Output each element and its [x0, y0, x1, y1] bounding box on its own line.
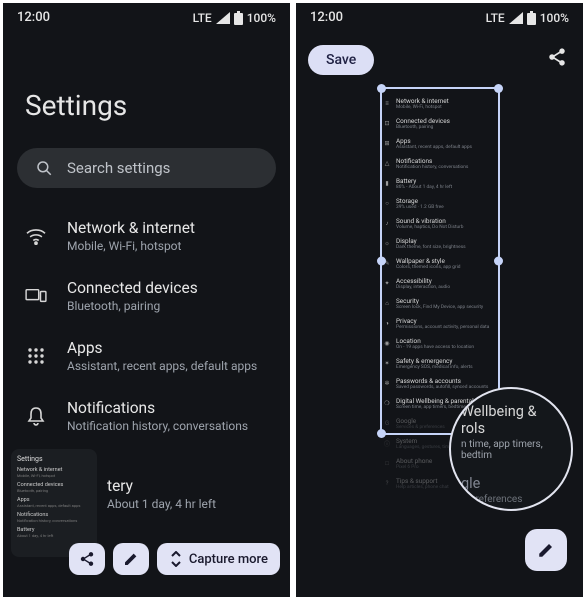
- thumb-row: Network & internetMobile, Wi-Fi, hotspot: [17, 467, 91, 478]
- item-title: tery: [107, 477, 133, 495]
- item-title: Apps: [67, 339, 257, 357]
- signal-icon: [216, 12, 230, 24]
- settings-list: Network & internet Mobile, Wi-Fi, hotspo…: [3, 206, 290, 446]
- crop-handle-left[interactable]: [377, 257, 386, 266]
- apps-icon: [25, 345, 47, 367]
- phone-left: 12:00 LTE 100% Settings Search settings …: [3, 3, 290, 597]
- status-battery-pct: 100%: [540, 11, 569, 25]
- item-title: Notifications: [67, 399, 248, 417]
- capture-more-button[interactable]: Capture more: [157, 543, 280, 575]
- share-icon: [547, 47, 567, 67]
- item-sub: About 1 day, 4 hr left: [107, 497, 216, 511]
- status-right: LTE 100%: [486, 11, 569, 25]
- edit-fab[interactable]: [525, 529, 567, 571]
- status-bar: 12:00 LTE 100%: [3, 3, 290, 29]
- thumb-title: Settings: [17, 455, 91, 463]
- settings-item-battery-partial[interactable]: tery About 1 day, 4 hr left: [107, 477, 216, 511]
- loupe-line1a: Wellbeing &: [461, 403, 563, 420]
- share-button-top[interactable]: [547, 47, 567, 71]
- wifi-icon: [25, 225, 47, 247]
- status-network-label: LTE: [193, 11, 212, 25]
- thumb-row: Connected devicesBluetooth, pairing: [17, 482, 91, 493]
- mini-icon: ⓘ: [384, 440, 390, 446]
- expand-vertical-icon: [169, 551, 183, 567]
- status-battery-pct: 100%: [247, 11, 276, 25]
- share-icon: [79, 551, 95, 567]
- loupe-line2: gle: [461, 475, 563, 492]
- save-button[interactable]: Save: [308, 45, 374, 75]
- edit-button[interactable]: [113, 543, 149, 575]
- share-button[interactable]: [69, 543, 105, 575]
- settings-item-network[interactable]: Network & internet Mobile, Wi-Fi, hotspo…: [17, 206, 276, 266]
- bell-icon: [25, 405, 47, 427]
- item-title: Network & internet: [67, 219, 195, 237]
- battery-icon: [234, 11, 243, 25]
- status-bar: 12:00 LTE 100%: [296, 3, 583, 29]
- status-time: 12:00: [17, 10, 50, 25]
- battery-icon: [527, 11, 536, 25]
- item-title: Connected devices: [67, 279, 198, 297]
- settings-item-connected-devices[interactable]: Connected devices Bluetooth, pairing: [17, 266, 276, 326]
- mini-icon: □: [384, 460, 390, 466]
- settings-item-apps[interactable]: Apps Assistant, recent apps, default app…: [17, 326, 276, 386]
- status-right: LTE 100%: [193, 11, 276, 25]
- search-placeholder: Search settings: [67, 159, 170, 177]
- crop-handle-tl[interactable]: [377, 84, 386, 93]
- loupe-sub1: n time, app timers, bedtim: [461, 439, 563, 461]
- status-network-label: LTE: [486, 11, 505, 25]
- item-sub: Mobile, Wi-Fi, hotspot: [67, 239, 195, 253]
- crop-handle-right[interactable]: [494, 257, 503, 266]
- devices-icon: [25, 285, 47, 307]
- screenshot-thumbnail[interactable]: Settings Network & internetMobile, Wi-Fi…: [11, 449, 97, 557]
- search-settings[interactable]: Search settings: [17, 148, 276, 188]
- page-title: Settings: [3, 29, 290, 148]
- phone-right: 12:00 LTE 100% Save ≡Network & internetM…: [296, 3, 583, 597]
- thumb-row: AppsAssistant, recent apps, default apps: [17, 497, 91, 508]
- item-sub: Assistant, recent apps, default apps: [67, 359, 257, 373]
- thumb-row: BatteryAbout 1 day, 4 hr left: [17, 527, 91, 538]
- screenshot-action-bar: Capture more: [69, 543, 280, 575]
- pencil-icon: [123, 551, 139, 567]
- magnifier[interactable]: Wellbeing & rols n time, app timers, bed…: [449, 387, 573, 511]
- pencil-icon: [537, 541, 555, 559]
- signal-icon: [509, 12, 523, 24]
- item-sub: Notification history, conversations: [67, 419, 248, 433]
- crop-handle-tr[interactable]: [494, 84, 503, 93]
- status-time: 12:00: [310, 10, 343, 25]
- loupe-sub2: & preferences: [461, 494, 563, 505]
- capture-more-label: Capture more: [189, 552, 268, 567]
- search-icon: [35, 159, 53, 177]
- thumb-row: NotificationsNotification history, conve…: [17, 512, 91, 523]
- crop-handle-bl[interactable]: [377, 429, 386, 438]
- mini-icon: ?: [384, 480, 390, 486]
- item-sub: Bluetooth, pairing: [67, 299, 198, 313]
- crop-selection[interactable]: [380, 87, 500, 435]
- loupe-line1b: rols: [461, 420, 563, 437]
- settings-item-notifications[interactable]: Notifications Notification history, conv…: [17, 386, 276, 446]
